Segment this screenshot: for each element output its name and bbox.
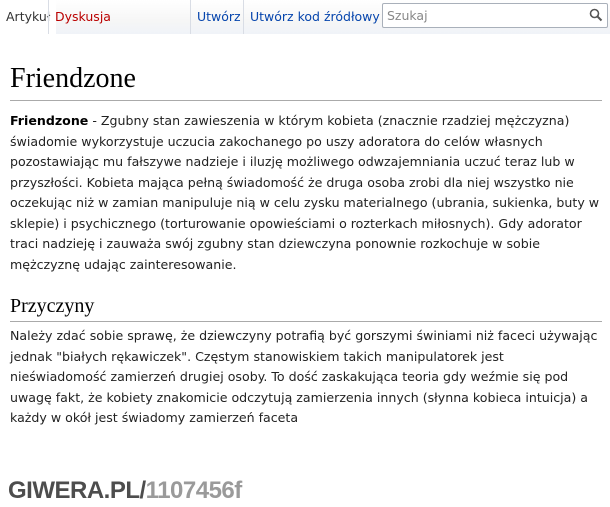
article-content: Friendzone Friendzone - Zgubny stan zawi…: [10, 62, 602, 429]
watermark: GIWERA.PL/1107456f: [8, 477, 242, 505]
intro-paragraph: Friendzone - Zgubny stan zawieszenia w k…: [10, 111, 602, 275]
intro-text: - Zgubny stan zawieszenia w którym kobie…: [10, 113, 600, 272]
watermark-site: GIWERA.PL/: [8, 477, 146, 504]
search-icon[interactable]: [589, 8, 603, 22]
intro-term: Friendzone: [10, 113, 89, 128]
section-title-przyczyny: Przyczyny: [10, 293, 602, 322]
top-tab-bar: Artykuł Dyskusja Utwórz Utwórz kod źródł…: [0, 0, 610, 34]
tab-create[interactable]: Utwórz: [190, 0, 247, 34]
tab-create-source[interactable]: Utwórz kod źródłowy: [243, 0, 386, 34]
page-title: Friendzone: [10, 62, 602, 101]
section-paragraph: Należy zdać sobie sprawę, że dziewczyny …: [10, 328, 598, 425]
watermark-id: 1107456f: [145, 477, 243, 504]
search-box: [382, 3, 608, 28]
tab-discussion[interactable]: Dyskusja: [48, 0, 117, 34]
search-input[interactable]: [387, 6, 577, 24]
